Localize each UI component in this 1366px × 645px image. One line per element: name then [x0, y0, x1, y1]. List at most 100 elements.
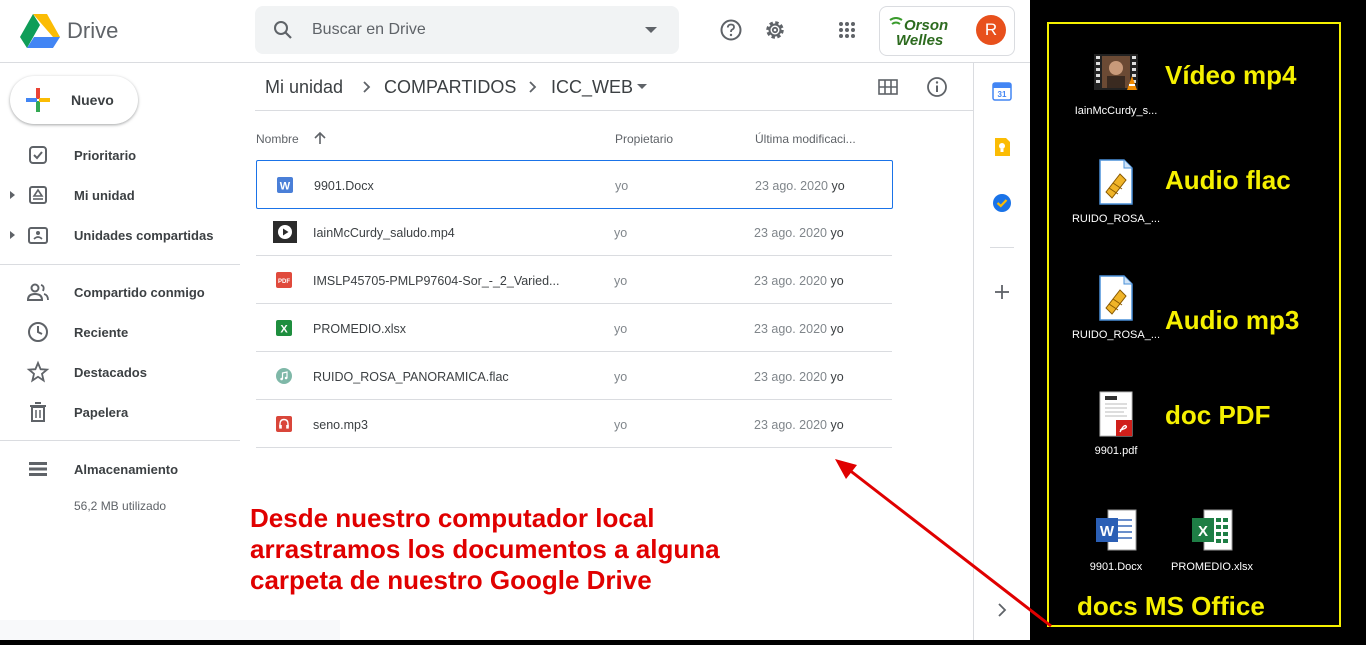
sidebar-item-reciente[interactable]: Reciente: [0, 314, 240, 350]
rail-divider: [990, 247, 1014, 248]
file-name: PROMEDIO.xlsx: [313, 322, 407, 336]
sidebar-item-compartido-conmigo[interactable]: Compartido conmigo: [0, 274, 240, 310]
folder-menu-icon[interactable]: [637, 84, 647, 89]
column-header-owner[interactable]: Propietario: [615, 132, 673, 146]
chevron-right-icon: [529, 81, 537, 93]
storage-icon: [29, 462, 47, 476]
people-icon: [26, 283, 49, 301]
breadcrumb-current-folder[interactable]: ICC_WEB: [551, 77, 633, 98]
audio-file-icon: [1099, 159, 1133, 205]
sidebar-divider: [0, 440, 240, 441]
desktop-file[interactable]: RUIDO_ROSA_...: [1069, 274, 1163, 341]
app-name: Drive: [67, 18, 119, 43]
breadcrumb-item[interactable]: COMPARTIDOS: [384, 77, 516, 98]
file-caption: RUIDO_ROSA_...: [1071, 329, 1161, 341]
apps-grid-icon[interactable]: [832, 15, 862, 45]
help-icon[interactable]: [716, 15, 746, 45]
desktop-file[interactable]: IainMcCurdy_s...: [1069, 50, 1163, 117]
shared-drives-icon: [28, 227, 48, 244]
table-row[interactable]: RUIDO_ROSA_PANORAMICA.flac yo 23 ago. 20…: [256, 352, 892, 400]
table-row[interactable]: X PROMEDIO.xlsx yo 23 ago. 2020 yo: [256, 304, 892, 352]
svg-text:X: X: [1198, 523, 1208, 540]
annotation-text: Desde nuestro computador local arrastram…: [250, 503, 720, 596]
file-name: RUIDO_ROSA_PANORAMICA.flac: [313, 370, 509, 384]
file-caption: RUIDO_ROSA_...: [1071, 213, 1161, 225]
svg-text:X: X: [280, 324, 288, 336]
search-input[interactable]: Buscar en Drive: [312, 21, 426, 39]
svg-text:PDF: PDF: [278, 279, 290, 285]
file-modified: 23 ago. 2020 yo: [755, 179, 845, 193]
pdf-icon: PDF: [276, 272, 292, 288]
annotation-line: carpeta de nuestro Google Drive: [250, 565, 652, 595]
breadcrumb-item[interactable]: Mi unidad: [265, 77, 343, 98]
sidebar-item-mi-unidad[interactable]: Mi unidad: [0, 177, 240, 213]
file-modified: 23 ago. 2020 yo: [754, 418, 844, 432]
column-header-name[interactable]: Nombre: [256, 132, 299, 146]
file-owner: yo: [614, 418, 628, 432]
expand-arrow-icon[interactable]: [10, 191, 15, 199]
file-name: IMSLP45705-PMLP97604-Sor_-_2_Varied...: [313, 274, 560, 288]
file-name: 9901.Docx: [314, 179, 374, 193]
grid-view-icon[interactable]: [877, 76, 899, 98]
table-row[interactable]: seno.mp3 yo 23 ago. 2020 yo: [256, 400, 892, 448]
new-button-label: Nuevo: [71, 92, 114, 108]
sidebar-item-label: Papelera: [74, 405, 129, 420]
tasks-icon[interactable]: [991, 192, 1013, 214]
drive-logo-icon[interactable]: [20, 13, 60, 49]
desktop-label: Vídeo mp4: [1165, 60, 1297, 90]
pdf-file-icon: [1099, 391, 1133, 437]
arrow-up-icon[interactable]: [313, 131, 327, 145]
desktop-file[interactable]: X PROMEDIO.xlsx: [1165, 508, 1259, 573]
sidebar-item-papelera[interactable]: Papelera: [0, 394, 240, 430]
sidebar-item-label: Almacenamiento: [74, 462, 179, 477]
table-row[interactable]: PDF IMSLP45705-PMLP97604-Sor_-_2_Varied.…: [256, 256, 892, 304]
sidebar-item-almacenamiento[interactable]: Almacenamiento: [0, 451, 240, 487]
star-icon: [26, 360, 50, 383]
new-button[interactable]: Nuevo: [10, 76, 138, 124]
search-icon[interactable]: [271, 18, 295, 42]
plus-icon[interactable]: [991, 281, 1013, 303]
sidebar-item-destacados[interactable]: Destacados: [0, 354, 240, 390]
audio-file-icon: [1099, 275, 1133, 321]
sidebar-item-label: Unidades compartidas: [74, 228, 214, 243]
excel-file-icon: X: [1192, 509, 1233, 551]
search-options-icon[interactable]: [645, 27, 657, 33]
sidebar-item-prioritario[interactable]: Prioritario: [0, 137, 240, 173]
calendar-icon[interactable]: 31: [991, 80, 1013, 102]
sidebar-divider: [0, 264, 240, 265]
drive-window: Drive Buscar en Drive Orson Welles R Nue…: [0, 0, 1030, 640]
avatar[interactable]: R: [976, 15, 1006, 45]
gear-icon[interactable]: [760, 15, 790, 45]
desktop-file[interactable]: RUIDO_ROSA_...: [1069, 158, 1163, 225]
annotation-line: arrastramos los documentos a alguna: [250, 534, 720, 564]
info-icon[interactable]: [925, 75, 949, 99]
desktop-panel: IainMcCurdy_s... Vídeo mp4 RUIDO_ROSA_..…: [1047, 22, 1341, 627]
svg-text:W: W: [280, 181, 291, 193]
column-header-modified[interactable]: Última modificaci...: [755, 132, 856, 146]
orson-welles-logo: Orson Welles: [889, 17, 948, 48]
expand-arrow-icon[interactable]: [10, 231, 15, 239]
video-file-icon: [1094, 54, 1138, 90]
desktop-file[interactable]: W 9901.Docx: [1069, 508, 1163, 573]
sidebar-item-label: Reciente: [74, 325, 129, 340]
annotation-line: Desde nuestro computador local: [250, 503, 655, 533]
svg-text:W: W: [1100, 523, 1115, 540]
desktop-label: Audio mp3: [1165, 305, 1300, 335]
word-file-icon: W: [1096, 509, 1137, 551]
account-brand[interactable]: Orson Welles R: [879, 6, 1015, 56]
table-row[interactable]: W 9901.Docx yo 23 ago. 2020 yo: [256, 160, 893, 209]
priority-check-icon: [29, 146, 47, 164]
desktop-file[interactable]: 9901.pdf: [1069, 390, 1163, 457]
file-modified: 23 ago. 2020 yo: [754, 274, 844, 288]
table-row[interactable]: IainMcCurdy_saludo.mp4 yo 23 ago. 2020 y…: [256, 208, 892, 256]
sidebar-item-unidades-compartidas[interactable]: Unidades compartidas: [0, 217, 240, 253]
plus-color-icon: [26, 88, 50, 112]
chevron-right-icon[interactable]: [991, 599, 1013, 621]
sidebar-item-label: Compartido conmigo: [74, 285, 205, 300]
desktop-label: docs MS Office: [1077, 591, 1265, 621]
my-drive-icon: [29, 186, 47, 204]
file-name: seno.mp3: [313, 418, 368, 432]
keep-icon[interactable]: [991, 136, 1013, 158]
search-box[interactable]: Buscar en Drive: [255, 6, 679, 54]
sidebar-item-label: Prioritario: [74, 148, 137, 163]
